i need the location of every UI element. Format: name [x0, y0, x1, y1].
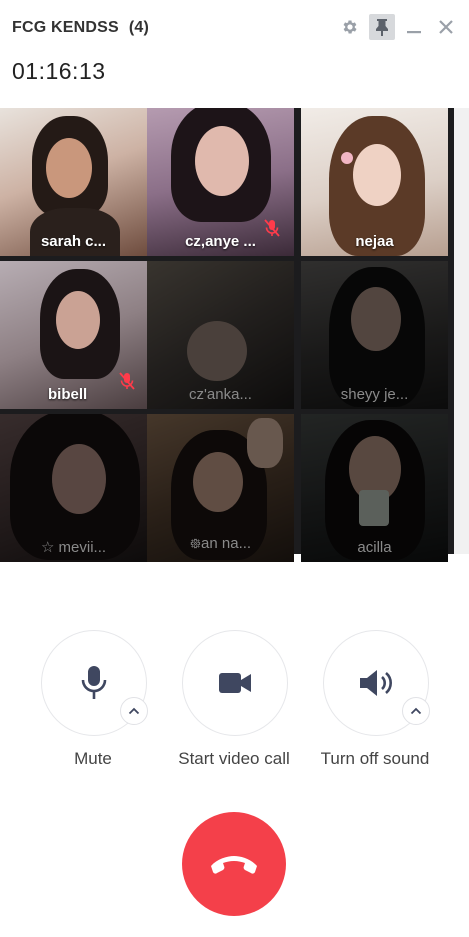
participant-count: (4)	[128, 19, 150, 36]
participant-name: sheyy je...	[340, 386, 409, 403]
participant-name: nejaa	[355, 233, 394, 250]
mute-button[interactable]	[41, 630, 148, 736]
participant-tile[interactable]: nejaa	[301, 108, 448, 256]
mute-options-chevron[interactable]	[120, 697, 148, 725]
grid-scrollbar[interactable]	[454, 108, 469, 554]
end-call-button[interactable]	[182, 812, 286, 916]
chevron-up-icon	[128, 707, 140, 715]
sound-toggle-button[interactable]	[323, 630, 430, 736]
title-bar: FCG KENDSS (4) 01:16:13	[0, 0, 469, 106]
participant-name: sarah c...	[40, 233, 107, 250]
sound-options-chevron[interactable]	[402, 697, 430, 725]
participant-name: acilla	[357, 539, 392, 556]
hair-clip	[341, 152, 353, 164]
group-name: FCG KENDSS	[12, 19, 119, 36]
participant-name: ᪥an na...	[189, 535, 252, 552]
speaker-icon	[360, 670, 392, 696]
participant-tile[interactable]: sarah c...	[0, 108, 147, 256]
participant-tile[interactable]: cz'anka...	[147, 261, 294, 409]
participant-name: ☆ mevii...	[40, 539, 107, 556]
call-controls: Mute Start video call Turn off sound	[0, 630, 469, 780]
call-title: FCG KENDSS (4)	[12, 19, 149, 37]
close-icon[interactable]	[433, 14, 459, 40]
window-controls	[337, 14, 459, 40]
sound-label: Turn off sound	[320, 749, 430, 768]
gear-icon[interactable]	[337, 14, 363, 40]
participant-tile[interactable]: bibell	[0, 261, 147, 409]
mute-label: Mute	[74, 749, 112, 768]
minimize-icon[interactable]	[401, 14, 427, 40]
call-timer: 01:16:13	[12, 58, 106, 84]
participant-grid: sarah c... cz,anye ... nejaa bibell cz'a…	[0, 108, 454, 562]
pin-icon[interactable]	[369, 14, 395, 40]
chevron-up-icon	[410, 707, 422, 715]
participant-tile[interactable]: cz,anye ...	[147, 108, 294, 256]
participant-tile[interactable]: acilla	[301, 414, 448, 562]
participant-tile[interactable]: ᪥an na...	[147, 414, 294, 562]
video-camera-icon	[219, 673, 251, 693]
mic-muted-icon	[119, 372, 135, 395]
participant-tile[interactable]: ☆ mevii...	[0, 414, 147, 562]
hang-up-icon	[211, 856, 257, 874]
microphone-icon	[81, 666, 107, 699]
start-video-label: Start video call	[178, 749, 290, 768]
mic-muted-icon	[264, 219, 280, 242]
participant-tile[interactable]: sheyy je...	[301, 261, 448, 409]
start-video-button[interactable]	[182, 630, 288, 736]
participant-name: cz'anka...	[189, 386, 252, 403]
